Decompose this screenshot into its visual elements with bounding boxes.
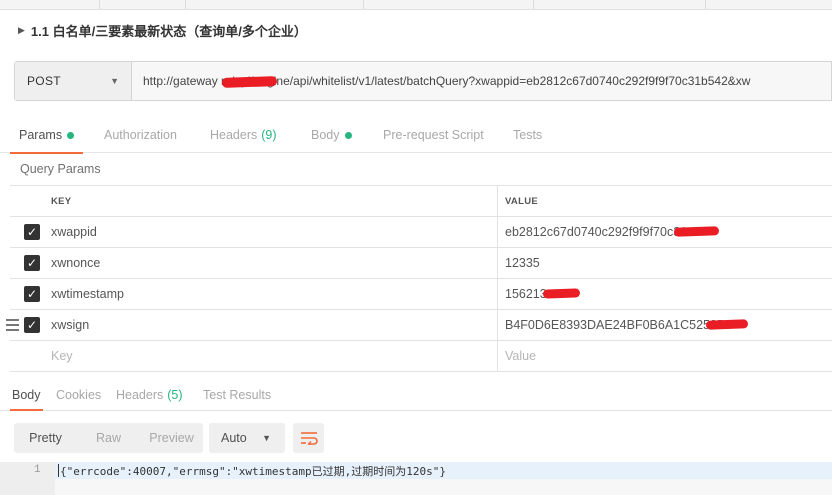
method-select[interactable]: POST ▼ [15, 62, 132, 100]
tab-response-body[interactable]: Body [10, 379, 42, 411]
chevron-down-icon: ▼ [110, 76, 119, 86]
tab-label: Body [311, 128, 340, 142]
tab-stub[interactable] [100, 0, 186, 9]
table-row-new: Key Value [10, 341, 832, 372]
method-label: POST [27, 74, 61, 88]
param-value[interactable]: 156213 [505, 279, 547, 309]
param-key[interactable]: xwsign [51, 310, 89, 340]
wrap-lines-button[interactable] [293, 423, 324, 453]
tab-stub[interactable] [534, 0, 706, 9]
tab-stub[interactable] [364, 0, 534, 9]
tab-tests[interactable]: Tests [513, 117, 542, 153]
text-cursor [58, 464, 59, 477]
redaction-mark [705, 319, 749, 330]
line-number: 1 [34, 464, 41, 476]
table-header-row: KEY VALUE [10, 186, 832, 217]
column-divider [497, 310, 498, 340]
request-title-row[interactable]: ▶ 1.1 白名单/三要素最新状态（查询单/多个企业） [0, 10, 832, 50]
tab-label: Test Results [203, 387, 272, 402]
tab-params[interactable]: Params [9, 117, 84, 154]
response-body-viewer[interactable]: 1 {"errcode":40007,"errmsg":"xwtimestamp… [0, 462, 832, 495]
redaction-mark [673, 226, 720, 237]
row-checkbox[interactable]: ✓ [24, 286, 40, 302]
tab-label: Headers [116, 387, 164, 402]
drag-handle-icon[interactable] [6, 319, 19, 331]
wrap-lines-icon [300, 432, 318, 445]
tab-count: (5) [167, 387, 183, 402]
tab-cookies[interactable]: Cookies [56, 379, 101, 410]
table-row: ✓ xwsign B4F0D6E8393DAE24BF0B6A1C5252D [6, 310, 832, 341]
chevron-down-icon: ▼ [262, 433, 271, 443]
param-key[interactable]: xwtimestamp [51, 279, 124, 309]
tab-label: Tests [513, 128, 543, 142]
tab-headers[interactable]: Headers (9) [210, 117, 277, 153]
column-header-value: VALUE [505, 195, 538, 207]
active-dot-icon [344, 131, 352, 139]
language-select[interactable]: Auto ▼ [209, 423, 285, 453]
table-row: ✓ xwappid eb2812c67d0740c292f9f9f70c31 [10, 217, 832, 248]
tab-test-results[interactable]: Test Results [203, 379, 271, 410]
format-raw-button[interactable]: Raw [77, 423, 140, 453]
column-divider [497, 186, 498, 216]
tab-response-headers[interactable]: Headers (5) [116, 379, 183, 410]
active-dot-icon [67, 131, 75, 139]
request-url-bar: POST ▼ http://gateway m/api/engine/api/w… [14, 61, 832, 101]
column-divider [497, 248, 498, 278]
request-tabs: Params Authorization Headers (9) Body Pr… [0, 117, 832, 154]
new-value-input[interactable]: Value [505, 341, 536, 371]
table-row: ✓ xwnonce 12335 [10, 248, 832, 279]
format-preview-button[interactable]: Preview [140, 423, 203, 453]
expand-caret-icon[interactable]: ▶ [18, 25, 25, 36]
format-toggle-group: Pretty Raw Preview [14, 423, 203, 453]
tab-stub[interactable] [0, 0, 100, 9]
tab-stub[interactable] [186, 0, 364, 9]
column-divider [497, 279, 498, 309]
tab-count: (9) [261, 128, 277, 142]
tab-body[interactable]: Body [311, 117, 352, 153]
tab-label: Pre-request Script [383, 128, 484, 142]
tab-authorization[interactable]: Authorization [104, 117, 177, 153]
tab-stub[interactable] [706, 0, 832, 9]
tab-label: Params [19, 128, 63, 142]
column-header-key: KEY [51, 195, 72, 207]
row-checkbox[interactable]: ✓ [24, 255, 40, 271]
redaction-mark [542, 288, 581, 299]
new-key-input[interactable]: Key [51, 341, 73, 371]
tab-pre-request-script[interactable]: Pre-request Script [383, 117, 484, 153]
column-divider [497, 341, 498, 371]
param-value[interactable]: B4F0D6E8393DAE24BF0B6A1C5252D [505, 310, 726, 340]
column-divider [497, 217, 498, 247]
code-line: {"errcode":40007,"errmsg":"xwtimestamp已过… [55, 462, 832, 479]
tab-label: Cookies [56, 387, 102, 402]
param-value[interactable]: eb2812c67d0740c292f9f9f70c31 [505, 217, 687, 247]
query-params-title: Query Params [20, 162, 101, 176]
param-key[interactable]: xwnonce [51, 248, 100, 278]
response-tabs: Body Cookies Headers (5) Test Results [0, 379, 832, 411]
row-checkbox[interactable]: ✓ [24, 317, 40, 333]
redaction-mark [221, 76, 278, 88]
tab-label: Headers [210, 128, 258, 142]
param-value[interactable]: 12335 [505, 248, 540, 278]
line-gutter: 1 [0, 462, 55, 495]
response-toolbar: Pretty Raw Preview Auto ▼ [14, 423, 324, 453]
tab-label: Authorization [104, 128, 177, 142]
language-label: Auto [221, 431, 247, 445]
top-tab-strip [0, 0, 832, 10]
tab-label: Body [12, 387, 41, 402]
format-pretty-button[interactable]: Pretty [14, 423, 77, 453]
response-json: {"errcode":40007,"errmsg":"xwtimestamp已过… [60, 464, 447, 478]
request-title: 1.1 白名单/三要素最新状态（查询单/多个企业） [30, 23, 307, 39]
table-row: ✓ xwtimestamp 156213 [10, 279, 832, 310]
params-table: KEY VALUE ✓ xwappid eb2812c67d0740c292f9… [6, 185, 832, 372]
param-key[interactable]: xwappid [51, 217, 97, 247]
row-checkbox[interactable]: ✓ [24, 224, 40, 240]
